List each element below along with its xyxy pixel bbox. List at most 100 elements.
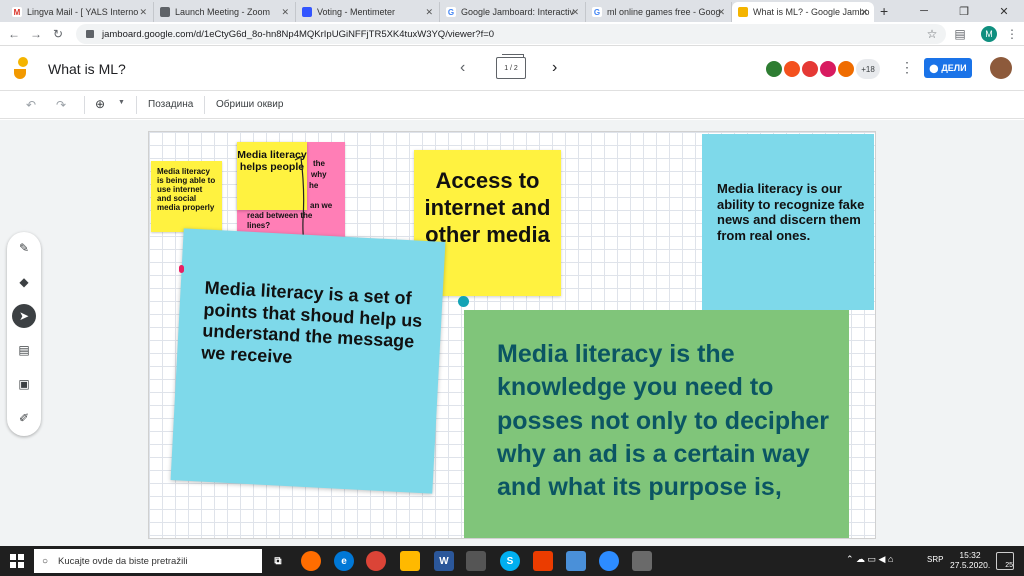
tab-title: ml online games free - Goog — [607, 7, 721, 17]
notification-center[interactable]: 25 — [996, 552, 1014, 570]
close-icon[interactable]: ✕ — [425, 7, 433, 18]
close-icon[interactable]: ✕ — [139, 7, 147, 18]
address-bar-row: ← → ↻ jamboard.google.com/d/1eCtyG6d_8o-… — [0, 22, 1024, 46]
browser-tab-active[interactable]: What is ML? - Google Jambo ✕ — [732, 2, 874, 22]
jam-frame-canvas[interactable]: Media literacy is being able to use inte… — [148, 131, 876, 539]
tray-icons[interactable]: ⌃ ☁ ▭ ◀ ⌂ — [846, 554, 893, 565]
toolbar-divider — [136, 96, 137, 114]
eraser-tool-icon[interactable]: ◆ — [12, 270, 36, 294]
image-tool-icon[interactable]: ▣ — [12, 372, 36, 396]
browser-tab[interactable]: Voting - Mentimeter ✕ — [296, 2, 440, 22]
google-icon: G — [446, 7, 456, 17]
windows-start-icon[interactable] — [10, 554, 24, 568]
pen-tool-icon[interactable]: ✎ — [12, 236, 36, 260]
background-button[interactable]: Позадина — [148, 99, 193, 110]
language-indicator[interactable]: SRP — [927, 555, 943, 564]
firefox-icon[interactable] — [301, 551, 321, 571]
zoom-app-icon[interactable] — [599, 551, 619, 571]
note-text: Media literacy is a set of points that s… — [200, 277, 423, 367]
lock-icon — [86, 30, 94, 38]
user-avatar[interactable] — [990, 57, 1012, 79]
photos-icon[interactable] — [632, 551, 652, 571]
close-icon[interactable]: ✕ — [571, 7, 579, 18]
browser-tab[interactable]: G Google Jamboard: Interactiv ✕ — [440, 2, 586, 22]
app-icon[interactable] — [466, 551, 486, 571]
sticky-note[interactable]: Media literacy is the knowledge you need… — [464, 310, 849, 538]
word-icon[interactable]: W — [434, 551, 454, 571]
sticky-note[interactable]: Media literacy is being able to use inte… — [151, 161, 222, 232]
frame-indicator[interactable]: 1 / 2 — [496, 57, 526, 79]
frame-stack-icon — [502, 54, 524, 57]
task-view-icon[interactable]: ⧉ — [268, 551, 288, 571]
gmail-icon: M — [12, 7, 22, 17]
clock-date: 27.5.2020. — [950, 560, 991, 570]
menu-icon[interactable]: ⋮ — [1004, 26, 1020, 42]
close-icon[interactable]: ✕ — [717, 7, 725, 18]
clock[interactable]: 15:32 27.5.2020. — [950, 550, 990, 570]
taskbar-search[interactable]: ○ Kucajte ovde da biste pretražili — [34, 549, 262, 573]
share-person-icon: ⬤ — [929, 63, 939, 73]
collaborator-avatar — [764, 59, 784, 79]
sticky-note-tool-icon[interactable]: ▤ — [12, 338, 36, 362]
reload-icon[interactable]: ↻ — [50, 26, 66, 42]
pink-dot — [179, 265, 184, 273]
sticky-note[interactable]: Media literacy is our ability to recogni… — [702, 134, 874, 310]
next-frame-icon[interactable]: › — [552, 59, 557, 77]
note-text: Media literacy is being able to use inte… — [157, 167, 216, 212]
note-text: Media literacy is the knowledge you need… — [497, 340, 829, 501]
back-icon[interactable]: ← — [6, 26, 22, 42]
url-bar[interactable]: jamboard.google.com/d/1eCtyG6d_8o-hn8Np4… — [76, 24, 946, 44]
browser-tab[interactable]: Launch Meeting - Zoom ✕ — [154, 2, 296, 22]
close-icon[interactable]: ✕ — [860, 7, 868, 18]
minimize-icon[interactable]: ─ — [904, 0, 944, 22]
collaborator-count[interactable]: +18 — [856, 59, 880, 79]
chrome-icon[interactable] — [366, 551, 386, 571]
new-tab-button[interactable]: + — [880, 3, 888, 19]
jamboard-logo[interactable] — [14, 57, 30, 81]
app-icon[interactable] — [566, 551, 586, 571]
redo-icon[interactable]: ↷ — [56, 98, 66, 112]
more-options-icon[interactable]: ⋮ — [900, 59, 914, 76]
tab-title: Voting - Mentimeter — [317, 7, 396, 17]
maximize-icon[interactable]: ❐ — [944, 0, 984, 22]
collaborator-avatar — [782, 59, 802, 79]
close-icon[interactable]: ✕ — [281, 7, 289, 18]
select-tool-icon[interactable]: ➤ — [12, 304, 36, 328]
zoom-icon[interactable]: ⊕ — [95, 97, 105, 111]
skype-icon[interactable]: S — [500, 551, 520, 571]
mentimeter-icon — [302, 7, 312, 17]
sticky-note[interactable]: Media literacy is a set of points that s… — [170, 228, 446, 494]
windows-taskbar: ○ Kucajte ovde da biste pretražili ⧉ e W… — [0, 546, 1024, 576]
search-placeholder: Kucajte ovde da biste pretražili — [58, 555, 188, 567]
note-text: lines? — [247, 221, 271, 230]
share-label: ДЕЛИ — [941, 63, 967, 73]
share-button[interactable]: ⬤ ДЕЛИ — [924, 58, 972, 78]
globe-icon — [160, 7, 170, 17]
toolbar-divider — [204, 96, 205, 114]
collaborator-avatar — [818, 59, 838, 79]
forward-icon[interactable]: → — [28, 26, 44, 42]
note-text: Access to internet and other media — [424, 168, 551, 247]
clear-frame-button[interactable]: Обриши оквир — [216, 99, 283, 110]
extension-icon[interactable]: ▤ — [952, 26, 968, 42]
chevron-down-icon[interactable]: ▼ — [118, 99, 125, 106]
tool-palette: ✎ ◆ ➤ ▤ ▣ ✐ — [7, 232, 41, 436]
laser-tool-icon[interactable]: ✐ — [12, 406, 36, 430]
note-text: Media literacy is our ability to recogni… — [717, 181, 865, 243]
star-icon[interactable]: ☆ — [924, 26, 940, 42]
close-window-icon[interactable]: ✕ — [984, 0, 1024, 22]
tab-title: Google Jamboard: Interactiv — [461, 7, 575, 17]
toolbar-divider — [84, 96, 85, 114]
edge-icon[interactable]: e — [334, 551, 354, 571]
browser-tab-strip: M Lingva Mail - [ YALS Interno ✕ Launch … — [0, 0, 1024, 22]
clock-time: 15:32 — [959, 550, 981, 560]
undo-icon[interactable]: ↶ — [26, 98, 36, 112]
browser-tab[interactable]: G ml online games free - Goog ✕ — [586, 2, 732, 22]
prev-frame-icon[interactable]: ‹ — [460, 59, 465, 77]
browser-tab[interactable]: M Lingva Mail - [ YALS Interno ✕ — [6, 2, 154, 22]
pin-marker-icon — [458, 296, 469, 307]
profile-avatar[interactable]: M — [981, 26, 997, 42]
page-title[interactable]: What is ML? — [48, 61, 126, 77]
office-icon[interactable] — [533, 551, 553, 571]
file-explorer-icon[interactable] — [400, 551, 420, 571]
